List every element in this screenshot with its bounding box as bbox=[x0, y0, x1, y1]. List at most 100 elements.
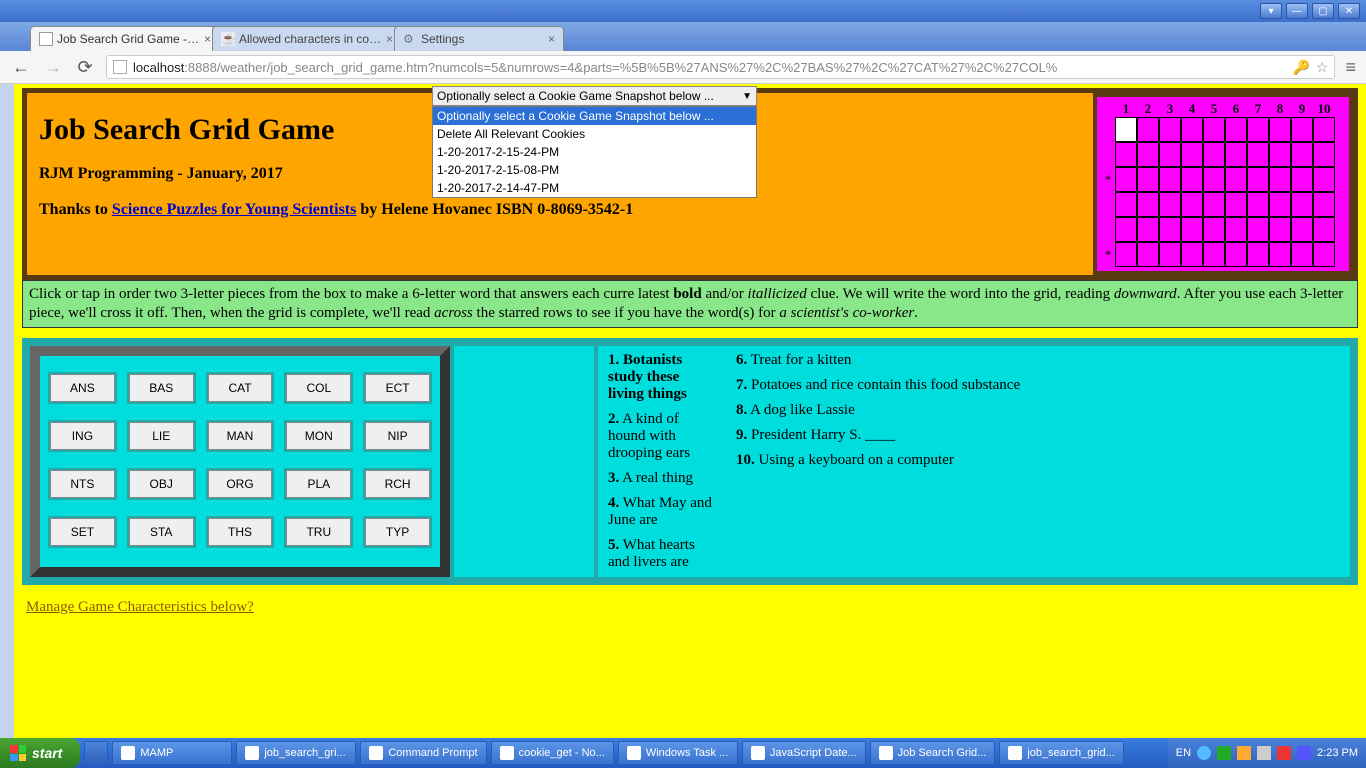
grid-cell[interactable] bbox=[1225, 192, 1247, 217]
piece-button-nip[interactable]: NIP bbox=[365, 422, 430, 450]
address-bar[interactable]: localhost :8888/weather/job_search_grid_… bbox=[106, 55, 1335, 79]
start-button[interactable]: start bbox=[0, 738, 80, 768]
piece-button-nts[interactable]: NTS bbox=[50, 470, 115, 498]
lang-indicator[interactable]: EN bbox=[1176, 747, 1191, 759]
grid-cell[interactable] bbox=[1181, 242, 1203, 267]
grid-cell[interactable] bbox=[1225, 242, 1247, 267]
grid-cell[interactable] bbox=[1269, 242, 1291, 267]
maximize-button[interactable]: ▢ bbox=[1312, 3, 1334, 19]
grid-cell[interactable] bbox=[1225, 117, 1247, 142]
piece-button-set[interactable]: SET bbox=[50, 518, 115, 546]
taskbar-item[interactable]: Job Search Grid... bbox=[870, 741, 996, 765]
reload-button[interactable]: ⟳ bbox=[74, 56, 96, 78]
grid-cell[interactable] bbox=[1181, 217, 1203, 242]
snapshot-option[interactable]: Optionally select a Cookie Game Snapshot… bbox=[433, 107, 756, 125]
back-button[interactable]: ← bbox=[10, 56, 32, 78]
piece-button-lie[interactable]: LIE bbox=[129, 422, 194, 450]
grid-cell[interactable] bbox=[1181, 117, 1203, 142]
grid-cell[interactable] bbox=[1203, 167, 1225, 192]
snapshot-select[interactable]: Optionally select a Cookie Game Snapshot… bbox=[432, 86, 757, 106]
piece-button-sta[interactable]: STA bbox=[129, 518, 194, 546]
grid-cell[interactable] bbox=[1137, 217, 1159, 242]
grid-cell[interactable] bbox=[1291, 217, 1313, 242]
grid-cell[interactable] bbox=[1269, 217, 1291, 242]
taskbar-item[interactable]: job_search_gri... bbox=[236, 741, 356, 765]
grid-cell[interactable] bbox=[1203, 217, 1225, 242]
bookmark-icon[interactable]: ☆ bbox=[1316, 59, 1329, 76]
piece-button-rch[interactable]: RCH bbox=[365, 470, 430, 498]
grid-cell[interactable] bbox=[1269, 142, 1291, 167]
grid-cell[interactable] bbox=[1313, 167, 1335, 192]
grid-cell[interactable] bbox=[1159, 117, 1181, 142]
minimize-button[interactable]: — bbox=[1286, 3, 1308, 19]
grid-cell[interactable] bbox=[1269, 167, 1291, 192]
grid-cell[interactable] bbox=[1291, 167, 1313, 192]
tab-job-search[interactable]: Job Search Grid Game - RJM × bbox=[30, 26, 220, 51]
piece-button-ans[interactable]: ANS bbox=[50, 374, 115, 402]
user-button[interactable]: ▾ bbox=[1260, 3, 1282, 19]
taskbar-item[interactable]: MAMP bbox=[112, 741, 232, 765]
close-tab-icon[interactable]: × bbox=[548, 32, 555, 46]
close-window-button[interactable]: ✕ bbox=[1338, 3, 1360, 19]
grid-cell[interactable] bbox=[1225, 167, 1247, 192]
taskbar-item[interactable]: Command Prompt bbox=[360, 741, 486, 765]
grid-cell[interactable] bbox=[1137, 192, 1159, 217]
grid-cell[interactable] bbox=[1137, 242, 1159, 267]
grid-cell[interactable] bbox=[1159, 142, 1181, 167]
key-icon[interactable]: 🔑 bbox=[1292, 59, 1309, 76]
grid-cell[interactable] bbox=[1247, 192, 1269, 217]
grid-cell[interactable] bbox=[1115, 192, 1137, 217]
grid-cell[interactable] bbox=[1269, 117, 1291, 142]
grid-cell[interactable] bbox=[1115, 142, 1137, 167]
grid-cell[interactable] bbox=[1225, 217, 1247, 242]
piece-button-pla[interactable]: PLA bbox=[286, 470, 351, 498]
grid-cell[interactable] bbox=[1313, 142, 1335, 167]
grid-cell[interactable] bbox=[1291, 142, 1313, 167]
tray-icon[interactable] bbox=[1277, 746, 1291, 760]
piece-button-mon[interactable]: MON bbox=[286, 422, 351, 450]
tray-icon[interactable] bbox=[1197, 746, 1211, 760]
forward-button[interactable]: → bbox=[42, 56, 64, 78]
close-tab-icon[interactable]: × bbox=[204, 32, 211, 46]
tab-settings[interactable]: ⚙ Settings × bbox=[394, 26, 564, 51]
grid-cell[interactable] bbox=[1137, 117, 1159, 142]
thanks-link[interactable]: Science Puzzles for Young Scientists bbox=[112, 201, 356, 218]
piece-button-col[interactable]: COL bbox=[286, 374, 351, 402]
taskbar-item[interactable]: Windows Task ... bbox=[618, 741, 738, 765]
piece-button-man[interactable]: MAN bbox=[208, 422, 273, 450]
piece-button-typ[interactable]: TYP bbox=[365, 518, 430, 546]
piece-button-bas[interactable]: BAS bbox=[129, 374, 194, 402]
grid-cell[interactable] bbox=[1313, 217, 1335, 242]
grid-cell[interactable] bbox=[1291, 192, 1313, 217]
grid-cell[interactable] bbox=[1181, 192, 1203, 217]
snapshot-option[interactable]: Delete All Relevant Cookies bbox=[433, 125, 756, 143]
taskbar-item[interactable]: JavaScript Date... bbox=[742, 741, 866, 765]
hamburger-menu-icon[interactable]: ≡ bbox=[1345, 57, 1356, 78]
grid-cell[interactable] bbox=[1313, 117, 1335, 142]
taskbar-item[interactable]: cookie_get - No... bbox=[491, 741, 614, 765]
piece-button-ing[interactable]: ING bbox=[50, 422, 115, 450]
piece-button-tru[interactable]: TRU bbox=[286, 518, 351, 546]
taskbar-clock[interactable]: 2:23 PM bbox=[1317, 747, 1358, 759]
grid-cell[interactable] bbox=[1159, 167, 1181, 192]
grid-cell[interactable] bbox=[1203, 242, 1225, 267]
grid-cell[interactable] bbox=[1247, 242, 1269, 267]
grid-cell[interactable] bbox=[1181, 167, 1203, 192]
volume-icon[interactable] bbox=[1257, 746, 1271, 760]
grid-cell[interactable] bbox=[1181, 142, 1203, 167]
piece-button-ths[interactable]: THS bbox=[208, 518, 273, 546]
tray-icon[interactable] bbox=[1237, 746, 1251, 760]
taskbar-item[interactable]: job_search_grid... bbox=[999, 741, 1123, 765]
grid-cell[interactable] bbox=[1159, 192, 1181, 217]
piece-button-org[interactable]: ORG bbox=[208, 470, 273, 498]
grid-cell[interactable] bbox=[1159, 242, 1181, 267]
grid-cell[interactable] bbox=[1291, 242, 1313, 267]
grid-cell[interactable] bbox=[1115, 217, 1137, 242]
grid-cell[interactable] bbox=[1247, 217, 1269, 242]
grid-cell[interactable] bbox=[1291, 117, 1313, 142]
grid-cell[interactable] bbox=[1115, 117, 1137, 142]
tray-icon[interactable] bbox=[1217, 746, 1231, 760]
tray-icon[interactable] bbox=[1297, 746, 1311, 760]
grid-cell[interactable] bbox=[1159, 217, 1181, 242]
piece-button-obj[interactable]: OBJ bbox=[129, 470, 194, 498]
